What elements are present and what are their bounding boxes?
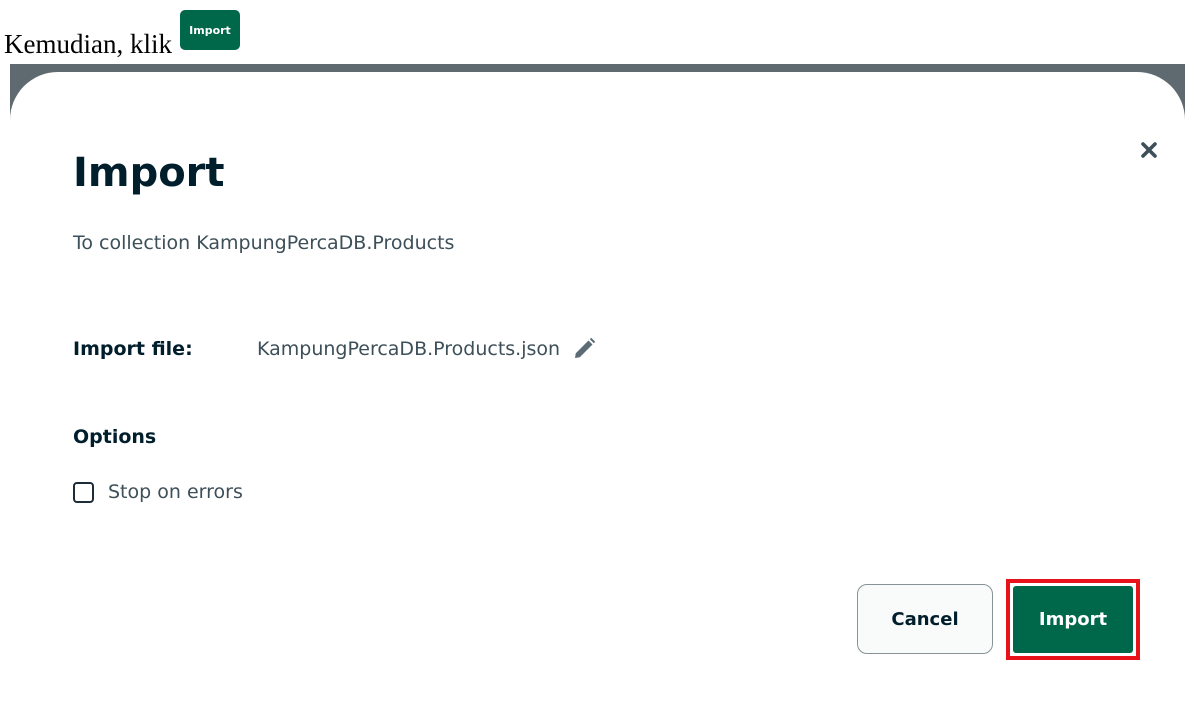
instruction-text: Kemudian, klik xyxy=(4,29,172,59)
import-file-label: Import file: xyxy=(73,338,193,360)
instruction-line: Kemudian, klik Import xyxy=(4,8,240,60)
collection-subtitle: To collection KampungPercaDB.Products xyxy=(73,232,455,254)
close-button[interactable] xyxy=(1131,132,1167,168)
modal-title: Import xyxy=(73,150,225,196)
inline-import-button-image: Import xyxy=(179,10,240,50)
close-icon xyxy=(1141,142,1157,158)
edit-file-button[interactable] xyxy=(570,335,598,363)
import-file-name: KampungPercaDB.Products.json xyxy=(257,338,561,360)
stop-on-errors-option[interactable]: Stop on errors xyxy=(73,477,243,507)
import-file-row: Import file: KampungPercaDB.Products.jso… xyxy=(73,334,598,364)
options-heading: Options xyxy=(73,426,157,448)
import-button[interactable]: Import xyxy=(1013,586,1133,653)
cancel-button[interactable]: Cancel xyxy=(857,584,993,654)
stop-on-errors-checkbox[interactable] xyxy=(73,481,94,503)
stop-on-errors-label: Stop on errors xyxy=(108,481,243,503)
pencil-icon xyxy=(575,337,596,358)
